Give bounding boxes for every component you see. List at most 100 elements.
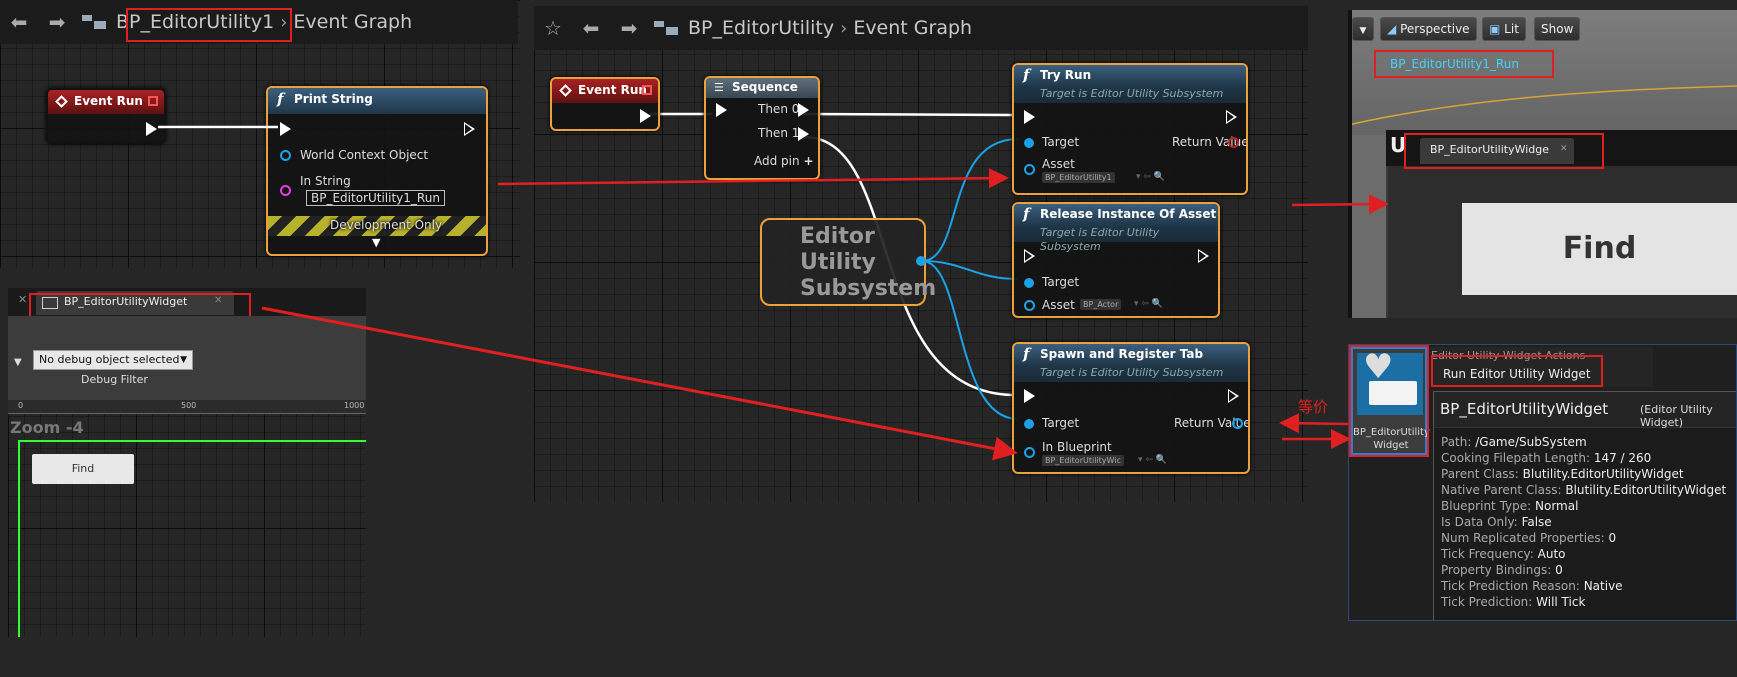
node-title: Sequence: [732, 80, 798, 94]
return-value-pin[interactable]: [1232, 418, 1243, 429]
tooltip-row: Is Data Only: False: [1441, 515, 1726, 531]
asset-pin[interactable]: [1024, 300, 1035, 311]
widget-find-label: Find: [1562, 231, 1637, 266]
asset-browse-icon[interactable]: ▾ ⇦ 🔍: [1136, 172, 1165, 182]
run-editor-utility-widget-item[interactable]: Run Editor Utility Widget: [1443, 367, 1591, 381]
debug-object-select[interactable]: No debug object selected ▼: [33, 350, 193, 370]
tooltip-key: Cooking Filepath Length:: [1441, 451, 1590, 465]
target-label: Target: [1042, 135, 1080, 149]
center-graph-panel[interactable]: ☆ ⬅ ➡ BP_EditorUtility › Event Graph Eve…: [534, 6, 1308, 502]
add-pin-button[interactable]: Add pin +: [754, 154, 814, 168]
node-header: f Try Run: [1014, 65, 1246, 87]
exec-out-pin[interactable]: [1198, 249, 1209, 263]
in-blueprint-pin[interactable]: [1024, 447, 1035, 458]
target-pin[interactable]: [1024, 278, 1034, 288]
sequence-icon: ☰: [714, 81, 724, 94]
lit-cube-icon: ▣: [1489, 22, 1501, 36]
perspective-label: Perspective: [1400, 22, 1470, 36]
perspective-button[interactable]: ◢ Perspective: [1380, 17, 1477, 41]
widget-tab[interactable]: BP_EditorUtilityWidget ✕: [36, 291, 234, 315]
asset-browse-icon[interactable]: ▾ ⇦ 🔍: [1134, 299, 1163, 309]
then0-pin[interactable]: [798, 103, 809, 117]
target-pin[interactable]: [1024, 138, 1034, 148]
then0-label: Then 0: [758, 102, 800, 116]
menu-header: Editor Utility Widget Actions: [1431, 349, 1586, 362]
tooltip-key: Tick Frequency:: [1441, 547, 1534, 561]
asset-label: Asset: [1042, 157, 1075, 171]
node-subtitle: Target is Editor Utility Subsystem: [1014, 366, 1248, 382]
widget-window-tab-close-icon[interactable]: ✕: [1560, 144, 1568, 154]
show-label: Show: [1541, 22, 1574, 36]
tooltip-key: Path:: [1441, 435, 1472, 449]
context-menu: Editor Utility Widget Actions Run Editor…: [1429, 347, 1653, 387]
viewport-left-bar: [1348, 10, 1352, 318]
then1-pin[interactable]: [798, 127, 809, 141]
node-title: Event Run: [578, 83, 647, 97]
exec-in-pin[interactable]: [1024, 389, 1035, 403]
zoom-label: Zoom -4: [10, 418, 84, 437]
subsystem-line1: Editor: [800, 224, 875, 249]
tooltip-title-suffix: (Editor Utility Widget): [1640, 403, 1713, 429]
try-run-node[interactable]: f Try Run Target is Editor Utility Subsy…: [1012, 63, 1248, 195]
node-header: f Release Instance Of Asset: [1014, 204, 1218, 226]
thumb-label-line1: BP_EditorUtility: [1353, 427, 1430, 438]
exec-out-pin[interactable]: [640, 109, 651, 123]
return-value-pin[interactable]: [1228, 137, 1239, 148]
left-graph-panel[interactable]: ⬅ ➡ BP_EditorUtility1 › Event Graph Even…: [0, 0, 520, 268]
exec-in-pin[interactable]: [1024, 110, 1035, 124]
widget-tab-close-icon[interactable]: ✕: [214, 295, 222, 306]
tooltip-value: Native: [1583, 579, 1623, 593]
subsystem-line2: Utility: [800, 250, 876, 275]
target-pin[interactable]: [1024, 419, 1034, 429]
tooltip-row: Path: /Game/SubSystem: [1441, 435, 1726, 451]
exec-in-pin[interactable]: [716, 103, 727, 117]
widget-window-tab[interactable]: BP_EditorUtilityWidge ✕: [1420, 138, 1574, 164]
in-blueprint-value[interactable]: BP_EditorUtilityWic: [1042, 455, 1124, 466]
asset-thumbnail[interactable]: ♥ BP_EditorUtility Widget: [1351, 347, 1430, 455]
asset-value[interactable]: BP_EditorUtility1: [1042, 172, 1115, 183]
node-header: ☰ Sequence: [706, 78, 818, 98]
widget-canvas[interactable]: 0 500 1000 Zoom -4 Find: [8, 400, 366, 637]
canvas-find-button[interactable]: Find: [32, 454, 134, 484]
exec-out-pin[interactable]: [1226, 110, 1237, 124]
editor-utility-subsystem-node[interactable]: Editor Utility Subsystem: [760, 218, 936, 306]
exec-out-pin[interactable]: [1228, 389, 1239, 403]
widget-window-tab-label: BP_EditorUtilityWidge: [1430, 143, 1550, 156]
dropdown-arrow-icon: ▼: [1359, 26, 1367, 36]
node-title: Release Instance Of Asset: [1040, 207, 1217, 221]
content-browser-panel[interactable]: ♥ BP_EditorUtility Widget Editor Utility…: [1348, 344, 1737, 621]
target-label: Target: [1042, 275, 1080, 289]
tooltip-key: Tick Prediction:: [1441, 595, 1533, 609]
asset-pin[interactable]: [1024, 164, 1035, 175]
asset-value[interactable]: BP_Actor: [1080, 299, 1122, 310]
tooltip-value: Auto: [1537, 547, 1566, 561]
ruler-tick-0: 0: [18, 401, 24, 410]
unreal-logo-icon: U: [1390, 133, 1407, 157]
release-instance-node[interactable]: f Release Instance Of Asset Target is Ed…: [1012, 202, 1220, 318]
widget-designer-panel[interactable]: ✕ BP_EditorUtilityWidget ✕ ▼ No debug ob…: [8, 288, 366, 637]
lit-button[interactable]: ▣ Lit: [1482, 17, 1526, 41]
level-viewport[interactable]: ▼ ◢ Perspective ▣ Lit Show BP_EditorUtil…: [1348, 10, 1737, 318]
subsystem-output-pin[interactable]: [916, 256, 926, 266]
tooltip-value: False: [1521, 515, 1552, 529]
tooltip-key: Is Data Only:: [1441, 515, 1518, 529]
function-icon: f: [1023, 345, 1030, 363]
center-event-run-node[interactable]: Event Run: [550, 77, 660, 131]
perspective-icon: ◢: [1387, 22, 1397, 36]
tooltip-value: 0: [1608, 531, 1617, 545]
widget-window[interactable]: U BP_EditorUtilityWidge ✕ Find: [1386, 130, 1737, 318]
viewport-options-button[interactable]: ▼: [1352, 17, 1374, 41]
tooltip-title: BP_EditorUtilityWidget: [1440, 400, 1609, 418]
show-button[interactable]: Show: [1534, 17, 1581, 41]
collapse-arrow-icon[interactable]: ▼: [14, 357, 22, 368]
spawn-register-tab-node[interactable]: f Spawn and Register Tab Target is Edito…: [1012, 342, 1250, 474]
widget-find-button[interactable]: Find: [1462, 203, 1737, 295]
in-blueprint-label: In Blueprint: [1042, 440, 1112, 454]
tooltip-rows: Path: /Game/SubSystem Cooking Filepath Le…: [1441, 435, 1726, 611]
asset-tooltip: BP_EditorUtilityWidget (Editor Utility W…: [1433, 391, 1736, 620]
tab-close-icon[interactable]: ✕: [18, 293, 27, 306]
tooltip-row: Native Parent Class: Blutility.EditorUti…: [1441, 483, 1726, 499]
exec-in-pin[interactable]: [1024, 249, 1035, 263]
sequence-node[interactable]: ☰ Sequence Then 0 Then 1 Add pin +: [704, 76, 820, 180]
asset-browse-icon[interactable]: ▾ ⇦ 🔍: [1138, 455, 1167, 465]
